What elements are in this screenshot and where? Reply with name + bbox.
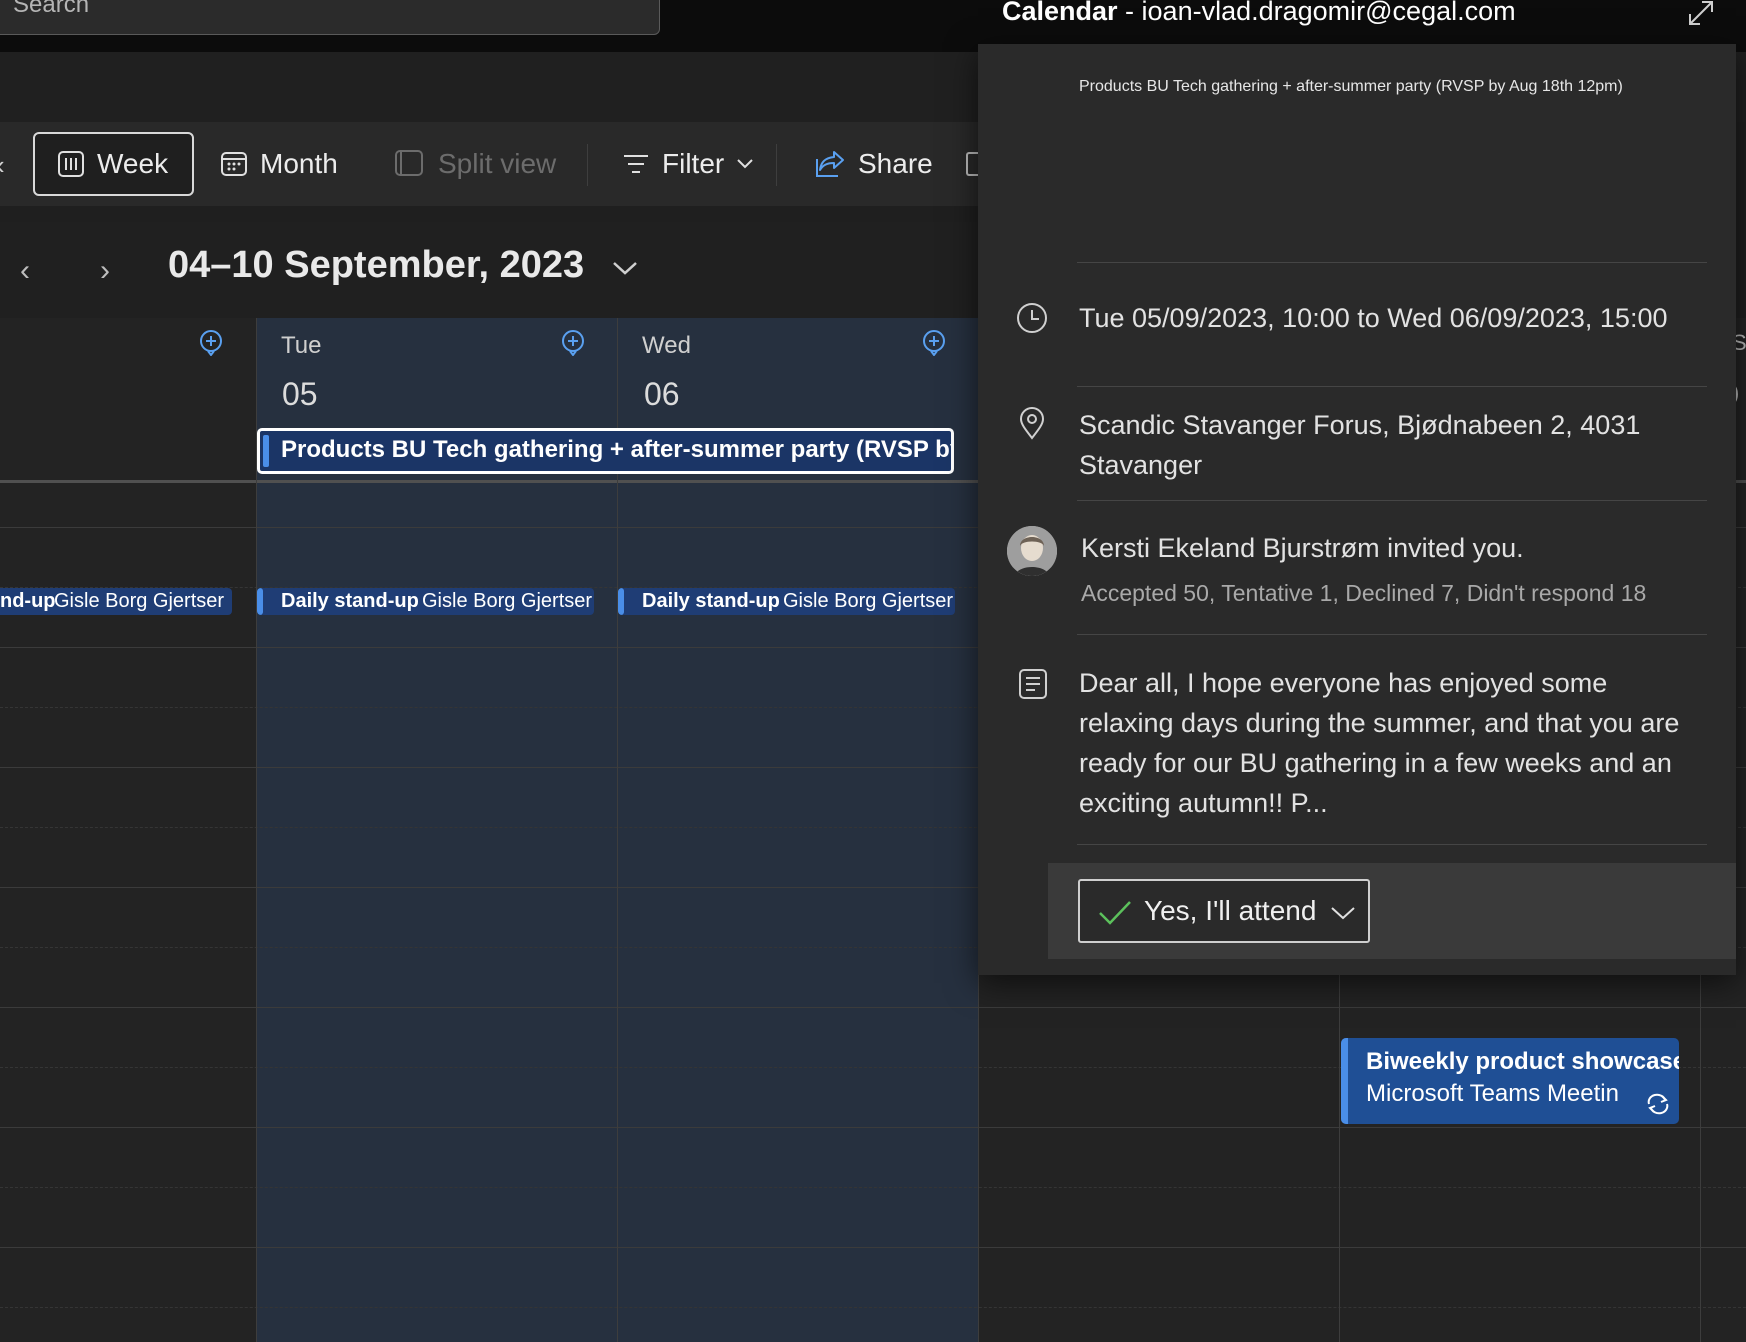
popup-divider	[1077, 262, 1707, 263]
search-input[interactable]: Search	[0, 0, 660, 35]
standup-title-partial: nd-up	[0, 590, 56, 612]
search-placeholder: Search	[13, 0, 90, 18]
popup-divider	[1077, 386, 1707, 387]
day-number-wed[interactable]: 06	[644, 376, 680, 413]
split-view-icon	[395, 150, 423, 176]
day-name-wed: Wed	[642, 332, 691, 359]
filter-label: Filter	[662, 148, 725, 179]
standup-event[interactable]: Daily stand-up Gisle Borg Gjertser	[257, 588, 594, 615]
standup-organizer: Gisle Borg Gjertser	[783, 590, 954, 612]
month-icon	[221, 152, 247, 176]
add-event-icon[interactable]	[198, 330, 224, 356]
half-hour-line	[0, 1307, 1746, 1308]
checkmark-icon	[1099, 901, 1131, 925]
rsvp-label: Yes, I'll attend	[1144, 895, 1317, 926]
organizer-avatar[interactable]	[1007, 526, 1057, 576]
month-label: Month	[260, 148, 338, 179]
month-view-button[interactable]: Month	[198, 132, 360, 196]
window-title-app: Calendar	[1002, 0, 1118, 26]
half-hour-line	[0, 1187, 1746, 1188]
day-number-tue[interactable]: 05	[282, 376, 318, 413]
standup-title: Daily stand-up	[281, 590, 419, 612]
date-range-chevron-down-icon[interactable]	[612, 260, 638, 276]
hour-line	[0, 1007, 1746, 1008]
standup-organizer: Gisle Borg Gjertser	[422, 590, 593, 612]
popup-body: Dear all, I hope everyone has enjoyed so…	[1079, 668, 1680, 818]
standup-event[interactable]: nd-up Gisle Borg Gjertser	[0, 588, 232, 615]
previous-week-icon[interactable]: ‹	[20, 254, 30, 288]
rsvp-dropdown-button[interactable]: Yes, I'll attend	[1078, 879, 1370, 943]
toolbar-divider	[587, 144, 588, 186]
share-button[interactable]: Share	[792, 132, 955, 196]
standup-organizer: Gisle Borg Gjertser	[54, 590, 225, 612]
week-icon	[58, 151, 84, 177]
showcase-title: Biweekly product showcase	[1366, 1048, 1679, 1075]
allday-event-selected[interactable]: Products BU Tech gathering + after-summe…	[257, 428, 954, 474]
event-details-popup	[978, 44, 1736, 975]
popup-divider	[1077, 500, 1707, 501]
toolbar-divider	[776, 144, 777, 186]
next-week-icon[interactable]: ›	[100, 254, 110, 288]
recurring-icon	[1647, 1093, 1669, 1115]
standup-title: Daily stand-up	[642, 590, 780, 612]
add-event-icon[interactable]	[921, 330, 947, 356]
week-view-button[interactable]: Week	[33, 132, 194, 196]
popup-location[interactable]: Scandic Stavanger Forus, Bjødnabeen 2, 4…	[1079, 405, 1679, 485]
week-label: Week	[97, 148, 169, 179]
window-title-account: - ioan-vlad.dragomir@cegal.com	[1117, 0, 1516, 26]
standup-event[interactable]: Daily stand-up Gisle Borg Gjertser	[618, 588, 955, 615]
expand-icon[interactable]	[1686, 0, 1716, 26]
popup-responses[interactable]: Accepted 50, Tentative 1, Declined 7, Di…	[1081, 580, 1646, 607]
popup-divider	[1077, 634, 1707, 635]
share-label: Share	[858, 148, 933, 179]
allday-event-title: Products BU Tech gathering + after-summe…	[281, 436, 951, 463]
hour-line	[0, 1127, 1746, 1128]
split-view-label: Split view	[438, 148, 557, 179]
split-view-button[interactable]: Split view	[372, 132, 578, 196]
add-event-icon[interactable]	[560, 330, 586, 356]
person-photo-icon	[1007, 526, 1057, 576]
filter-button[interactable]: Filter	[600, 132, 776, 196]
chevron-down-icon	[1331, 907, 1355, 920]
chevron-down-icon	[737, 159, 753, 169]
notes-icon	[1019, 669, 1047, 699]
share-icon	[816, 151, 844, 177]
showcase-location: Microsoft Teams Meetin	[1366, 1080, 1619, 1107]
window-title: Calendar - ioan-vlad.dragomir@cegal.com	[1002, 0, 1516, 27]
date-range-title[interactable]: 04–10 September, 2023	[168, 244, 584, 287]
clock-icon	[1017, 303, 1047, 333]
popup-divider	[1077, 844, 1707, 845]
toolbar-back-chevron-icon[interactable]: ‹	[0, 150, 5, 181]
filter-icon	[624, 155, 648, 173]
hour-line	[0, 1247, 1746, 1248]
day-name-tue: Tue	[281, 332, 322, 359]
popup-time: Tue 05/09/2023, 10:00 to Wed 06/09/2023,…	[1079, 303, 1668, 333]
popup-event-title: Products BU Tech gathering + after-summe…	[1079, 78, 1623, 95]
location-icon	[1019, 407, 1045, 440]
popup-organizer: Kersti Ekeland Bjurstrøm invited you.	[1081, 533, 1524, 563]
showcase-event[interactable]: Biweekly product showcase Microsoft Team…	[1341, 1038, 1679, 1124]
